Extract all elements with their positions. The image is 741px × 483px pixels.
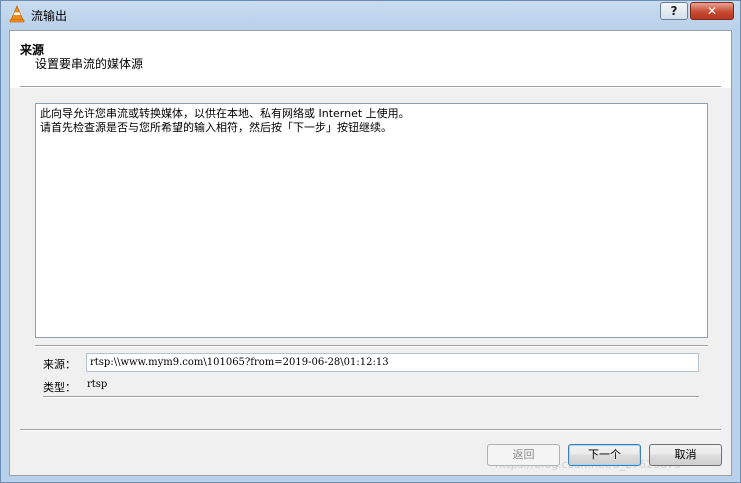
back-button[interactable]: 返回 — [487, 444, 560, 466]
divider-bottom — [43, 396, 699, 398]
help-button[interactable]: ? — [660, 2, 688, 20]
button-area-divider — [20, 429, 721, 431]
divider-top — [35, 345, 708, 347]
description-line-1: 此向导允许您串流或转换媒体，以供在本地、私有网络或 Internet 上使用。 — [40, 107, 410, 120]
cancel-button[interactable]: 取消 — [649, 444, 722, 466]
page-subtitle: 设置要串流的媒体源 — [35, 57, 144, 71]
window-title: 流输出 — [31, 9, 68, 23]
close-button[interactable]: ✕ — [690, 2, 734, 20]
source-field[interactable]: rtsp:\\www.mym9.com\101065?from=2019-06-… — [86, 353, 699, 372]
source-label: 来源： — [43, 358, 76, 371]
title-bar[interactable]: 流输出 ? ✕ — [1, 1, 740, 28]
header-divider — [20, 86, 721, 88]
wizard-header: 来源 设置要串流的媒体源 — [10, 31, 731, 88]
vlc-cone-icon — [9, 5, 25, 23]
type-label: 类型： — [43, 381, 76, 394]
stream-output-window: 流输出 ? ✕ 来源 设置要串流的媒体源 此向导允许您串流或转换媒体，以供在本地… — [0, 0, 741, 483]
description-line-2: 请首先检查源是否与您所希望的输入相符，然后按「下一步」按钮继续。 — [40, 121, 392, 134]
description-textbox[interactable]: 此向导允许您串流或转换媒体，以供在本地、私有网络或 Internet 上使用。 … — [35, 103, 708, 338]
wizard-page: 来源 设置要串流的媒体源 此向导允许您串流或转换媒体，以供在本地、私有网络或 I… — [9, 30, 732, 476]
type-value: rtsp — [87, 379, 108, 390]
next-button[interactable]: 下一个 — [568, 444, 641, 466]
